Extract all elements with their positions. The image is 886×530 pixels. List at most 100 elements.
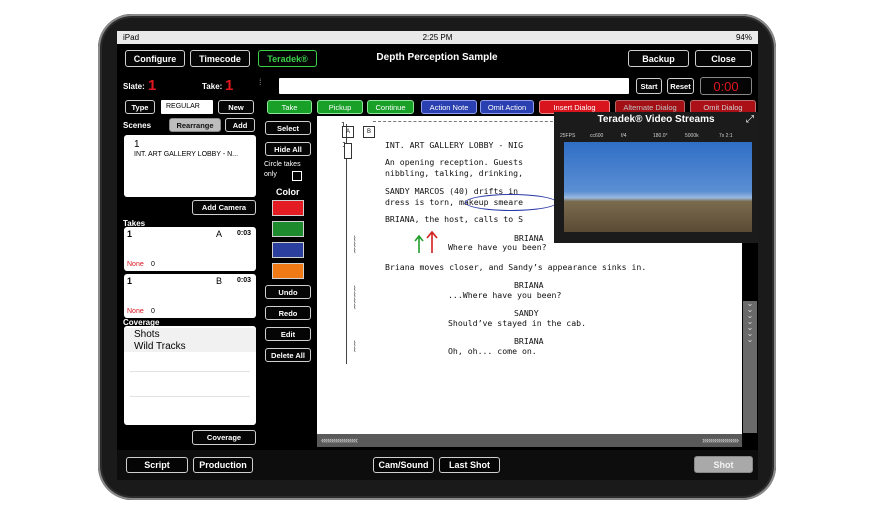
scroll-left-icon[interactable]: ««««««««« [321,435,358,445]
video-streams-window[interactable]: Teradek® Video Streams ⤢ 25FPS cc600 f/4 18… [554,112,758,243]
backup-button[interactable]: Backup [628,50,689,67]
video-hud-readout: 5000k [685,133,699,139]
page-scroll-vertical[interactable]: ⌄ ⌄ ⌄ ⌄ ⌄ ⌄ ⌄ [743,300,757,433]
video-hud-readout: 180.0° [653,133,668,139]
page-separator [373,121,563,122]
tag-button-pickup[interactable]: Pickup [317,100,363,114]
coverage-button[interactable]: Coverage [192,430,256,445]
scene-list: 1 INT. ART GALLERY LOBBY - N... [124,135,256,197]
status-time: 2:25 PM [422,33,453,42]
tag-button-omit-action[interactable]: Omit Action [480,100,534,114]
take-count: 0 [151,261,155,268]
last-shot-tab[interactable]: Last Shot [439,457,500,473]
scene-number[interactable]: 1 [134,139,140,150]
rearrange-button[interactable]: Rearrange [169,118,221,132]
type-button[interactable]: Type [125,100,155,114]
shot-button[interactable]: Shot [694,456,753,473]
take-line-squiggle: ⌇ ⌇ [353,340,357,354]
color-label: Color [276,187,300,197]
type-value[interactable]: REGULAR [161,100,213,114]
video-hud-readout: 7x 2:1 [719,133,733,139]
character-name[interactable]: BRIANA [514,336,544,346]
redo-button[interactable]: Redo [265,306,311,320]
delete-all-button[interactable]: Delete All [265,348,311,362]
cam-sound-tab[interactable]: Cam/Sound [373,457,434,473]
note-input[interactable] [279,78,629,94]
color-swatch-orange[interactable] [272,263,304,279]
video-hud-readout: 25FPS [560,133,576,139]
circle-annotation [465,194,557,211]
hide-all-button[interactable]: Hide All [265,142,311,156]
color-swatch-blue[interactable] [272,242,304,258]
dialog-line[interactable]: Where have you been? [448,242,547,252]
color-swatch-green[interactable] [272,221,304,237]
dialog-line[interactable]: Oh, oh... come on. [448,346,537,356]
action-line[interactable]: An opening reception. Guests [385,157,523,167]
add-camera-button[interactable]: Add Camera [192,200,256,215]
configure-button[interactable]: Configure [125,50,185,67]
coverage-item-shots[interactable]: Shots [134,329,160,340]
action-line[interactable]: Briana moves closer, and Sandy’s appeara… [385,262,646,272]
reset-button[interactable]: Reset [667,78,694,94]
circle-takes-checkbox[interactable] [292,171,302,181]
take-number: 1 [127,229,133,239]
dialog-line[interactable]: ...Where have you been? [448,290,561,300]
camera-marker-b[interactable]: B [363,126,375,138]
tag-button-take[interactable]: Take [267,100,312,114]
tag-button-continue[interactable]: Continue [367,100,414,114]
new-button[interactable]: New [218,100,254,114]
arrow-annotations-icon [414,231,438,253]
timer-display: 0:00 [700,77,752,95]
take-card[interactable]: 1 A 0:03 None 0 [124,227,256,271]
action-line[interactable]: BRIANA, the host, calls to S [385,214,523,224]
close-button[interactable]: Close [695,50,752,67]
project-title: Depth Perception Sample [376,52,498,63]
timecode-button[interactable]: Timecode [190,50,250,67]
list-divider [130,371,250,372]
scroll-right-icon[interactable]: »»»»»»»»» [702,435,739,445]
take-status: None [127,308,144,315]
edit-button[interactable]: Edit [265,327,311,341]
dialog-line[interactable]: Should’ve stayed in the cab. [448,318,586,328]
undo-button[interactable]: Undo [265,285,311,299]
page-scroll-bar[interactable]: ««««««««« »»»»»»»»» [317,434,742,447]
color-swatch-red[interactable] [272,200,304,216]
take-number: 1 [127,276,133,286]
production-tab[interactable]: Production [193,457,253,473]
camera-marker-a[interactable]: A [342,126,354,138]
video-hud-readout: cc600 [590,133,604,139]
scenes-label: Scenes [123,121,152,130]
take-line-a [346,124,347,364]
app-screen: iPad 2:25 PM 94% Configure Timecode Tera… [117,31,758,480]
expand-icon[interactable]: ⤢ [746,114,754,125]
start-button[interactable]: Start [636,78,662,94]
add-scene-button[interactable]: Add [225,118,255,132]
status-bar: iPad 2:25 PM 94% [117,31,758,44]
character-name[interactable]: BRIANA [514,280,544,290]
take-value: 1 [225,77,234,94]
coverage-item-wild-tracks[interactable]: Wild Tracks [134,341,186,352]
take-camera: A [216,229,223,239]
tag-button-action-note[interactable]: Action Note [421,100,477,114]
take-status: None [127,261,144,268]
take-line-squiggle: ⌇ ⌇ ⌇ [353,235,357,255]
action-line[interactable]: nibbling, talking, drinking, [385,168,523,178]
take-card[interactable]: 1 B 0:03 None 0 [124,274,256,318]
circle-takes-label: Circle takes only [264,161,301,178]
take-duration: 0:03 [237,230,252,237]
take-duration: 0:03 [237,277,252,284]
status-battery: 94% [735,33,752,42]
script-tab[interactable]: Script [126,457,188,473]
coverage-list: Shots Wild Tracks [124,326,256,425]
video-hud-readout: f/4 [621,133,627,139]
teradek-button[interactable]: Teradek® [258,50,317,67]
take-camera: B [216,276,223,286]
character-name[interactable]: SANDY [514,308,539,318]
take-label: Take: [202,82,223,91]
take-count: 0 [151,308,155,315]
scene-title[interactable]: INT. ART GALLERY LOBBY - N... [134,151,238,158]
select-tool-button[interactable]: Select [265,121,311,135]
divider-dots: ⁞ [259,77,261,87]
take-line-handle[interactable] [344,143,352,159]
action-line[interactable]: INT. ART GALLERY LOBBY - NIG [385,140,523,150]
